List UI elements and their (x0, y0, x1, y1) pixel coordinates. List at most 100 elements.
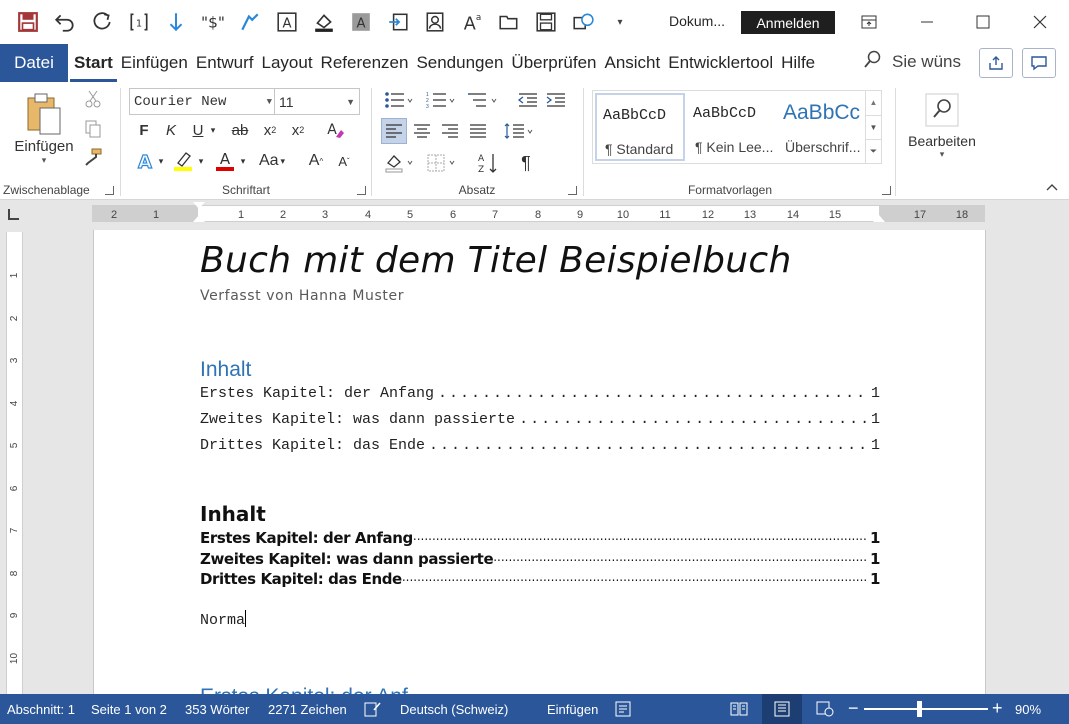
editing-button[interactable]: Bearbeiten ▾ (901, 86, 983, 166)
status-language[interactable]: Deutsch (Schweiz) (400, 702, 508, 717)
clipboard-launcher-icon[interactable] (105, 186, 114, 195)
italic-button[interactable]: K (160, 118, 182, 142)
styles-launcher-icon[interactable] (882, 186, 891, 195)
line-spacing-icon[interactable] (501, 118, 537, 144)
font-launcher-icon[interactable] (357, 186, 366, 195)
tab-mailings[interactable]: Sendungen (412, 44, 507, 82)
comments-button[interactable] (1022, 48, 1056, 78)
numbering-icon[interactable]: 123 (423, 88, 459, 112)
font-family-select[interactable]: Courier New ▼ (129, 88, 277, 115)
document-subtitle[interactable]: Verfasst von Hanna Muster (200, 288, 404, 304)
toc-entry[interactable]: Drittes Kapitel: das Ende ..............… (200, 570, 880, 588)
clear-formatting-icon[interactable]: A (322, 118, 348, 142)
show-formatting-marks-icon[interactable]: ¶ (513, 150, 539, 176)
zoom-slider-thumb[interactable] (916, 701, 922, 717)
import-icon[interactable] (384, 8, 412, 36)
toc-entry[interactable]: Zweites Kapitel: was dann passierte ....… (200, 550, 880, 568)
style-heading[interactable]: AaBbCc Überschrif... (777, 93, 867, 161)
ribbon-display-options-icon[interactable] (841, 0, 897, 44)
change-case-button[interactable]: Aa ▾ (254, 148, 290, 174)
status-word-count[interactable]: 353 Wörter (185, 702, 249, 717)
chapter-heading[interactable]: Erstes Kapitel: der Anf (200, 685, 408, 694)
first-line-indent-marker[interactable] (193, 202, 205, 209)
shading-icon[interactable] (381, 150, 417, 176)
toc-heading-bold[interactable]: Inhalt (200, 502, 266, 526)
copy-icon[interactable] (82, 118, 104, 140)
justify-icon[interactable] (465, 118, 491, 144)
chevron-down-icon[interactable]: ▾ (156, 148, 166, 174)
redo-icon[interactable] (88, 8, 116, 36)
arrow-down-icon[interactable] (162, 8, 190, 36)
special-chars-icon[interactable]: "$" (199, 8, 227, 36)
document-title[interactable]: Buch mit dem Titel Beispielbuch (200, 240, 792, 281)
share-button[interactable] (979, 48, 1013, 78)
decrease-indent-icon[interactable] (515, 88, 541, 112)
close-icon[interactable] (1012, 0, 1068, 44)
more-styles-icon[interactable]: ⏷ (866, 139, 881, 163)
toc-entry[interactable]: Zweites Kapitel: was dann passierte ....… (200, 411, 880, 428)
vertical-ruler[interactable]: 1 2 3 4 5 6 7 8 9 10 (6, 232, 23, 694)
highlight-color-button[interactable] (170, 148, 196, 174)
subscript-icon[interactable]: x2 (258, 118, 282, 142)
save-as-icon[interactable] (532, 8, 560, 36)
tab-layout[interactable]: Layout (258, 44, 317, 82)
tab-review[interactable]: Überprüfen (507, 44, 600, 82)
zoom-slider[interactable] (864, 708, 988, 710)
toc-heading[interactable]: Inhalt (200, 358, 251, 382)
hanging-indent-marker[interactable] (193, 215, 205, 222)
font-size-select[interactable]: 11 ▼ (274, 88, 360, 115)
shrink-font-button[interactable]: Aˇ (332, 148, 356, 174)
tab-insert[interactable]: Einfügen (117, 44, 192, 82)
signin-button[interactable]: Anmelden (741, 11, 835, 34)
chevron-down-icon[interactable]: ▾ (196, 148, 206, 174)
tab-view[interactable]: Ansicht (600, 44, 664, 82)
save-icon[interactable] (14, 8, 42, 36)
bold-button[interactable]: F (133, 118, 155, 142)
minimize-icon[interactable] (899, 0, 955, 44)
font-color-button[interactable]: A (212, 148, 238, 174)
document-canvas[interactable]: Buch mit dem Titel Beispielbuch Verfasst… (30, 230, 1069, 694)
chevron-down-icon[interactable]: ▾ (238, 148, 248, 174)
scroll-down-icon[interactable]: ▼ (866, 115, 881, 139)
style-no-spacing[interactable]: AaBbCcD ¶ Kein Lee... (687, 93, 777, 161)
status-page[interactable]: Seite 1 von 2 (91, 702, 167, 717)
fill-color-icon[interactable] (310, 8, 338, 36)
ink-pen-icon[interactable] (236, 8, 264, 36)
tell-me-search[interactable]: Sie wüns (864, 50, 961, 73)
collapse-ribbon-icon[interactable] (1044, 180, 1060, 194)
shade-text-icon[interactable]: A (347, 8, 375, 36)
toc-entry[interactable]: Erstes Kapitel: der Anfang .............… (200, 529, 880, 547)
grow-font-button[interactable]: A ^ (304, 148, 328, 174)
text-effects-icon[interactable]: A (132, 148, 158, 174)
tab-developer[interactable]: Entwicklertool (664, 44, 777, 82)
multilevel-list-icon[interactable] (465, 88, 501, 112)
body-paragraph[interactable]: Norma (200, 610, 247, 629)
zoom-level[interactable]: 90% (1015, 702, 1041, 717)
shapes-icon[interactable] (569, 8, 597, 36)
tab-references[interactable]: Referenzen (317, 44, 413, 82)
strikethrough-button[interactable]: ab (228, 118, 252, 142)
textbox-icon[interactable]: A (273, 8, 301, 36)
zoom-out-icon[interactable]: − (848, 698, 859, 719)
customize-toolbar-icon[interactable]: ▾ (606, 8, 634, 36)
undo-icon[interactable] (51, 8, 79, 36)
web-layout-icon[interactable] (815, 699, 835, 719)
cut-icon[interactable] (82, 88, 104, 110)
increase-indent-icon[interactable] (543, 88, 569, 112)
proofing-icon[interactable] (363, 699, 383, 719)
status-insert-mode[interactable]: Einfügen (547, 702, 598, 717)
read-mode-icon[interactable] (729, 699, 749, 719)
tab-help[interactable]: Hilfe (777, 44, 819, 82)
right-indent-marker[interactable] (873, 215, 885, 222)
font-size-icon[interactable]: Aa (458, 8, 486, 36)
open-folder-icon[interactable] (495, 8, 523, 36)
tab-home[interactable]: Start (70, 44, 117, 82)
underline-button[interactable]: U (187, 118, 209, 142)
align-center-icon[interactable] (409, 118, 435, 144)
zoom-in-icon[interactable]: + (992, 698, 1003, 719)
sort-icon[interactable]: AZ (475, 150, 501, 176)
style-standard[interactable]: AaBbCcD ¶ Standard (595, 93, 685, 161)
paste-button[interactable]: Einfügen ▾ (12, 86, 76, 172)
maximize-icon[interactable] (955, 0, 1011, 44)
toc-entry[interactable]: Drittes Kapitel: das Ende ..............… (200, 437, 880, 454)
